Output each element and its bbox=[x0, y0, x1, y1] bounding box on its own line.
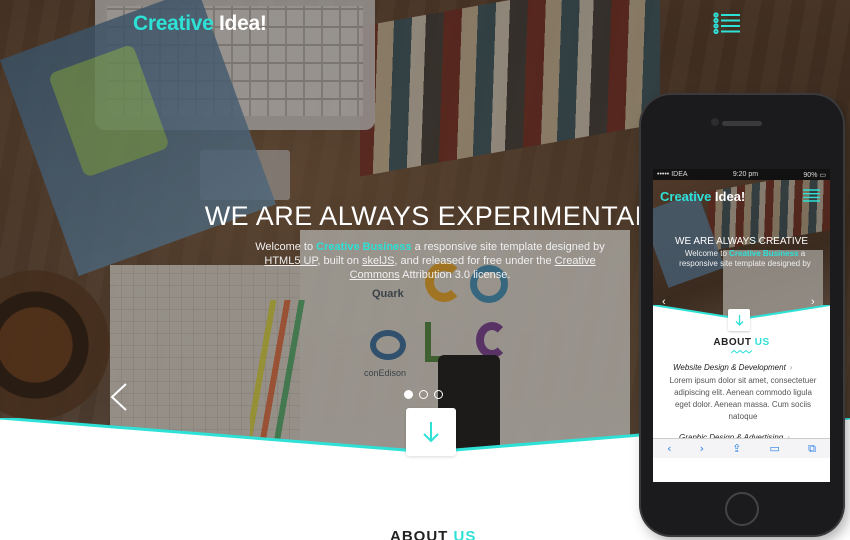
logo-accent-text: Creative bbox=[133, 12, 214, 35]
back-icon[interactable]: ‹ bbox=[667, 442, 671, 455]
share-icon[interactable]: ⇪ bbox=[732, 442, 741, 455]
mobile-logo-text: Idea! bbox=[711, 189, 746, 204]
html5up-link[interactable]: HTML5 UP bbox=[264, 255, 317, 267]
forward-icon[interactable]: › bbox=[700, 442, 704, 455]
mobile-creative-business-link[interactable]: Creative Business bbox=[729, 249, 798, 258]
mobile-menu-icon[interactable] bbox=[803, 189, 820, 202]
phone-home-button[interactable] bbox=[725, 492, 759, 526]
mobile-site-logo[interactable]: Creative Idea! bbox=[660, 189, 745, 204]
about-heading: ABOUT US bbox=[390, 528, 476, 540]
slider-dots bbox=[404, 390, 443, 399]
hero-text-part: a responsive site template designed by bbox=[411, 241, 605, 253]
about-heading-accent: US bbox=[448, 528, 477, 540]
bookmarks-icon[interactable]: ▭ bbox=[770, 442, 780, 455]
accordion-item-web-design[interactable]: Website Design & Development › bbox=[673, 363, 823, 372]
mobile-about-accent: US bbox=[751, 337, 770, 348]
hero-text-part: Welcome to bbox=[255, 241, 317, 253]
status-carrier: ••••• IDEA bbox=[657, 171, 688, 178]
hero-text-part: , built on bbox=[317, 255, 363, 267]
accordion-label: Website Design & Development bbox=[673, 363, 786, 372]
arrow-down-icon bbox=[423, 422, 439, 443]
status-battery: 90% ▭ bbox=[803, 172, 826, 179]
status-time: 9:20 pm bbox=[732, 171, 759, 178]
mobile-arrow-down-icon bbox=[735, 314, 743, 326]
phone-status-bar: ••••• IDEA 9:20 pm 90% ▭ bbox=[653, 169, 830, 180]
hero-description: Welcome to Creative Business a responsiv… bbox=[253, 240, 607, 282]
tabs-icon[interactable]: ⧉ bbox=[808, 442, 816, 456]
phone-speaker bbox=[722, 121, 762, 126]
mobile-scroll-down-button[interactable] bbox=[728, 309, 750, 331]
creative-business-link[interactable]: Creative Business bbox=[316, 241, 411, 253]
accordion-paragraph: Lorem ipsum dolor sit amet, consectetuer… bbox=[669, 376, 817, 421]
mobile-text-part: Welcome to bbox=[684, 249, 730, 258]
mobile-hero-description: Welcome to Creative Business a responsiv… bbox=[665, 249, 825, 269]
mobile-hero-title: WE ARE ALWAYS CREATIVE bbox=[675, 236, 808, 247]
mobile-about-text: ABOUT bbox=[713, 337, 752, 348]
chevron-right-icon: › bbox=[789, 363, 793, 372]
hero-text-part: , and released for free under the bbox=[394, 255, 555, 267]
mobile-hero: Creative Idea! WE ARE ALWAYS CREATIVE We… bbox=[653, 180, 830, 324]
skeljs-link[interactable]: skelJS bbox=[362, 255, 394, 267]
phone-screen: ••••• IDEA 9:20 pm 90% ▭ Creative Idea! … bbox=[653, 169, 830, 482]
hero-text-part: Attribution 3.0 license. bbox=[399, 269, 511, 281]
menu-icon[interactable] bbox=[713, 12, 741, 34]
phone-camera-icon bbox=[711, 118, 719, 126]
squiggle-divider-icon bbox=[731, 350, 753, 354]
mobile-logo-accent: Creative bbox=[660, 189, 712, 204]
scroll-down-button[interactable] bbox=[406, 408, 456, 456]
slider-dot[interactable] bbox=[434, 390, 443, 399]
logo-text: Idea! bbox=[213, 12, 267, 35]
about-heading-text: ABOUT bbox=[390, 528, 449, 540]
site-logo[interactable]: Creative Idea! bbox=[133, 12, 267, 36]
phone-mockup: ••••• IDEA 9:20 pm 90% ▭ Creative Idea! … bbox=[641, 95, 843, 535]
mobile-about-heading: ABOUT US bbox=[653, 337, 830, 348]
safari-toolbar: ‹ › ⇪ ▭ ⧉ bbox=[653, 438, 830, 458]
slider-dot[interactable] bbox=[419, 390, 428, 399]
slider-dot[interactable] bbox=[404, 390, 413, 399]
chevron-left-icon[interactable] bbox=[108, 382, 130, 412]
